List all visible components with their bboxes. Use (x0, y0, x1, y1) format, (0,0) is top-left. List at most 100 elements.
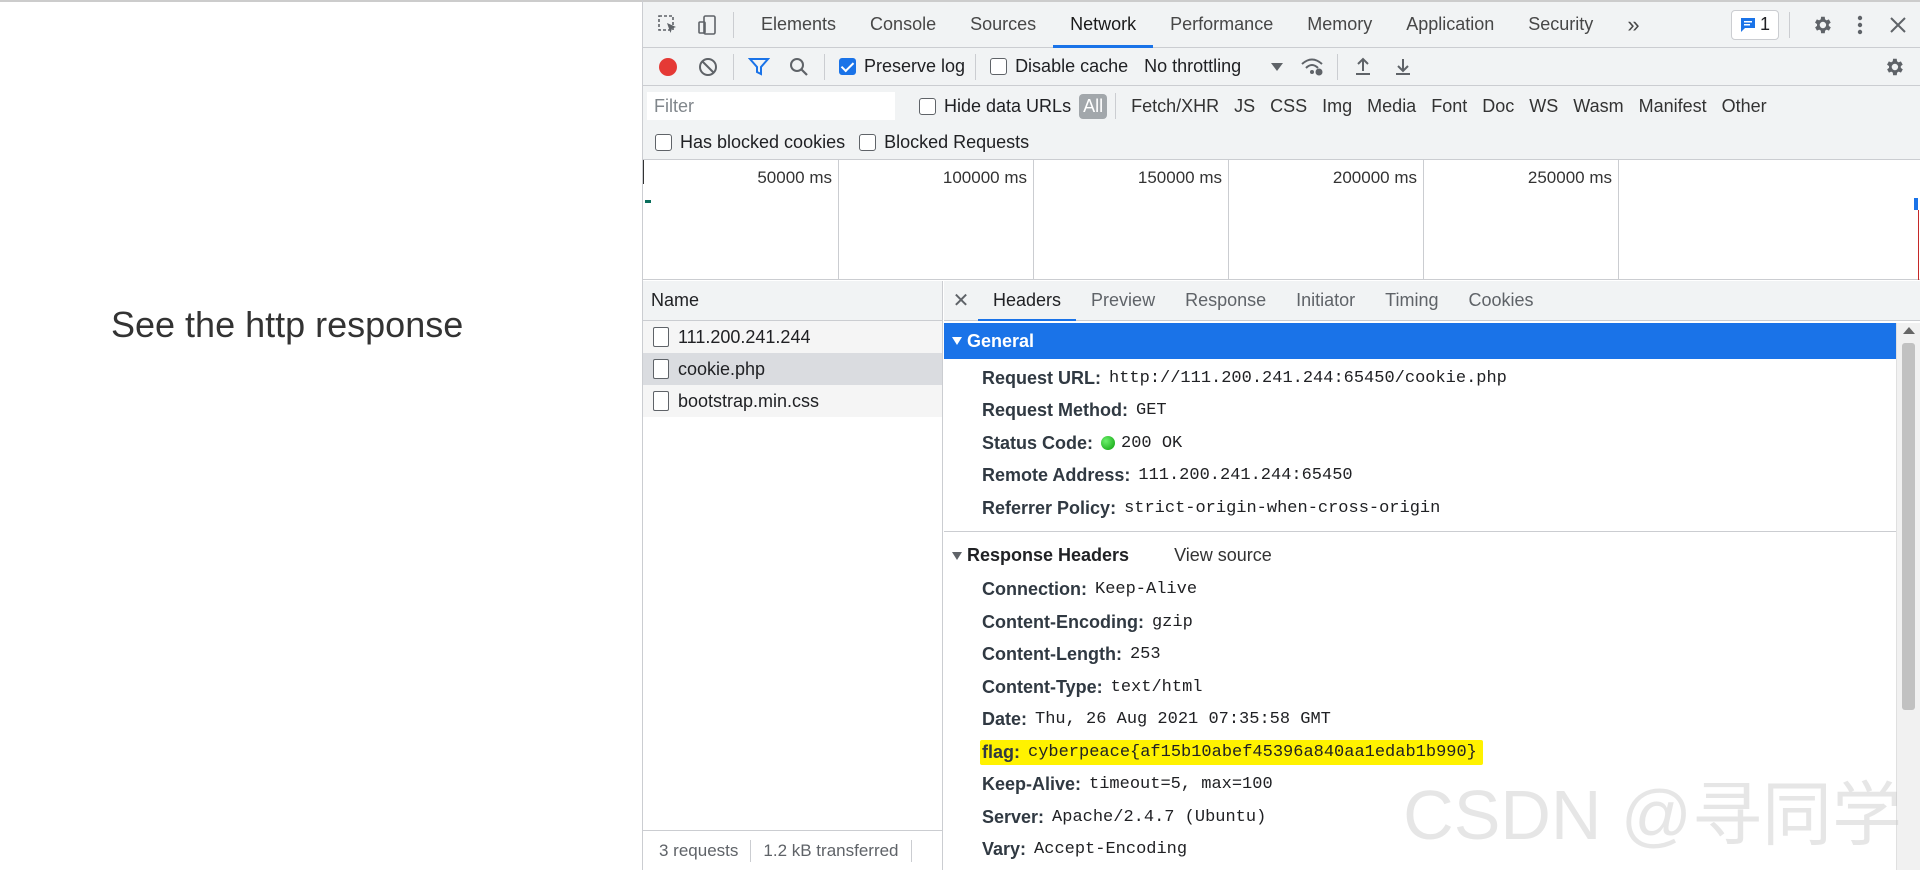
export-har-icon[interactable] (1388, 52, 1418, 82)
header-value: strict-origin-when-cross-origin (1124, 498, 1441, 518)
filter-type-css[interactable]: CSS (1270, 96, 1307, 117)
timeline-tick-label: 100000 ms (942, 168, 1027, 187)
details-scrollbar[interactable] (1896, 323, 1920, 870)
header-key: flag: (982, 741, 1020, 762)
general-section-header[interactable]: General (944, 323, 1896, 359)
settings-gear-icon[interactable] (1806, 9, 1838, 41)
tab-application[interactable]: Application (1389, 2, 1511, 48)
filter-row: Filter Hide data URLs All Fetch/XHR JS CSS I… (643, 86, 1920, 126)
blocked-requests-checkbox[interactable]: Blocked Requests (859, 132, 1029, 153)
filter-type-manifest[interactable]: Manifest (1639, 96, 1707, 117)
tab-console[interactable]: Console (853, 2, 953, 48)
tab-sources[interactable]: Sources (953, 2, 1053, 48)
transferred-size: 1.2 kB transferred (763, 840, 899, 860)
request-list: Name 111.200.241.244 cookie.php bootstrap.… (643, 281, 943, 870)
throttling-select[interactable]: No throttling (1144, 56, 1284, 77)
record-icon[interactable] (653, 52, 683, 82)
summary-divider (910, 839, 912, 862)
import-har-icon[interactable] (1348, 52, 1378, 82)
filter-type-font[interactable]: Font (1431, 96, 1467, 117)
clear-icon[interactable] (693, 52, 723, 82)
header-value: gzip (1151, 612, 1193, 632)
general-rows: Request URL: http://111.200.241.244:65450… (944, 359, 1896, 525)
checkbox-unchecked[interactable] (859, 134, 877, 151)
details-tab-timing[interactable]: Timing (1370, 281, 1453, 321)
headers-view: General Request URL: http://111.200.241.2… (944, 323, 1896, 870)
filter-type-ws[interactable]: WS (1529, 96, 1558, 117)
filter-type-media[interactable]: Media (1367, 96, 1416, 117)
tab-network[interactable]: Network (1053, 2, 1154, 48)
scrollbar-thumb[interactable] (1902, 343, 1915, 710)
network-timeline-overview[interactable]: 50000 ms 100000 ms 150000 ms 200000 ms 25000… (643, 160, 1920, 280)
inspect-element-icon[interactable] (653, 10, 683, 40)
request-row[interactable]: bootstrap.min.css (643, 385, 942, 417)
main-tab-list: Elements Console Sources Network Performance… (744, 2, 1610, 48)
checkbox-unchecked[interactable] (919, 97, 936, 115)
timeline-start-marker (643, 160, 644, 184)
tab-performance[interactable]: Performance (1153, 2, 1290, 48)
disable-cache-label: Disable cache (1015, 56, 1129, 76)
more-options-icon[interactable] (1844, 9, 1876, 41)
header-value: 111.200.241.244:65450 (1138, 466, 1353, 486)
network-settings-gear-icon[interactable] (1878, 51, 1910, 83)
tab-security[interactable]: Security (1511, 2, 1610, 48)
preserve-log-checkbox[interactable]: Preserve log (839, 56, 965, 77)
details-tab-initiator[interactable]: Initiator (1281, 281, 1370, 321)
tab-memory[interactable]: Memory (1290, 2, 1389, 48)
header-value: 200 OK (1121, 433, 1183, 453)
header-key: Remote Address: (982, 465, 1131, 486)
filter-type-fetch-xhr[interactable]: Fetch/XHR (1131, 96, 1219, 117)
response-headers-title: Response Headers (967, 545, 1130, 565)
header-row-request-method: Request Method: GET (944, 395, 1896, 428)
device-toolbar-icon[interactable] (693, 10, 723, 40)
request-row[interactable]: 111.200.241.244 (643, 321, 942, 353)
close-details-icon[interactable]: ✕ (944, 281, 978, 321)
close-devtools-icon[interactable] (1882, 9, 1914, 41)
details-tab-response[interactable]: Response (1170, 281, 1281, 321)
filter-type-doc[interactable]: Doc (1482, 96, 1514, 117)
filter-type-other[interactable]: Other (1722, 96, 1767, 117)
toolbar-divider (733, 11, 734, 38)
header-key: Content-Encoding: (982, 611, 1144, 632)
response-headers-section-header[interactable]: Response Headers View source (944, 538, 1896, 574)
checkbox-unchecked[interactable] (990, 58, 1008, 75)
section-divider (944, 530, 1896, 532)
expand-triangle-icon (952, 337, 962, 345)
more-tabs-button[interactable]: » (1610, 2, 1656, 48)
issues-badge[interactable]: 1 (1730, 9, 1779, 40)
checkbox-unchecked[interactable] (655, 134, 672, 151)
details-tabbar: ✕ Headers Preview Response Initiator Timing C… (944, 281, 1920, 321)
checkbox-checked[interactable] (839, 58, 856, 75)
tab-elements[interactable]: Elements (744, 2, 853, 48)
resource-type-filters: All Fetch/XHR JS CSS Img Media Font Doc WS Wasm Ma… (1071, 93, 1767, 119)
header-value: cyberpeace{af15b10abef45396a840aa1edab1b… (1028, 742, 1477, 762)
request-row[interactable]: cookie.php (643, 353, 942, 385)
flag-highlight: flag: cyberpeace{af15b10abef45396a840aa1e… (980, 739, 1483, 765)
filter-input[interactable]: Filter (647, 92, 895, 120)
header-row-referrer-policy: Referrer Policy: strict-origin-when-cross… (944, 492, 1896, 525)
filter-funnel-icon[interactable] (744, 52, 774, 82)
has-blocked-cookies-checkbox[interactable]: Has blocked cookies (655, 132, 845, 153)
view-source-link[interactable]: View source (1174, 545, 1272, 566)
filter-type-wasm[interactable]: Wasm (1573, 96, 1623, 117)
filter-type-img[interactable]: Img (1322, 96, 1352, 117)
header-row-remote-address: Remote Address: 111.200.241.244:65450 (944, 460, 1896, 493)
hide-data-urls-checkbox[interactable]: Hide data URLs (919, 96, 1071, 117)
header-key: Connection: (982, 579, 1087, 600)
header-row-content-encoding: Content-Encoding: gzip (944, 606, 1896, 639)
filter-type-all[interactable]: All (1079, 93, 1108, 119)
scroll-up-arrow-icon[interactable] (1903, 327, 1915, 334)
general-title: General (967, 330, 1035, 351)
search-icon[interactable] (784, 52, 814, 82)
document-icon (653, 327, 669, 347)
disable-cache-checkbox[interactable]: Disable cache (990, 56, 1128, 77)
network-conditions-icon[interactable] (1297, 52, 1327, 82)
details-tab-preview[interactable]: Preview (1076, 281, 1170, 321)
details-tab-headers[interactable]: Headers (978, 281, 1077, 321)
details-tab-cookies[interactable]: Cookies (1454, 281, 1549, 321)
filter-type-js[interactable]: JS (1234, 96, 1255, 117)
header-key: Request Method: (982, 400, 1128, 421)
header-key: Content-Length: (982, 644, 1122, 665)
request-name: 111.200.241.244 (678, 326, 811, 347)
name-column-header[interactable]: Name (643, 281, 942, 321)
